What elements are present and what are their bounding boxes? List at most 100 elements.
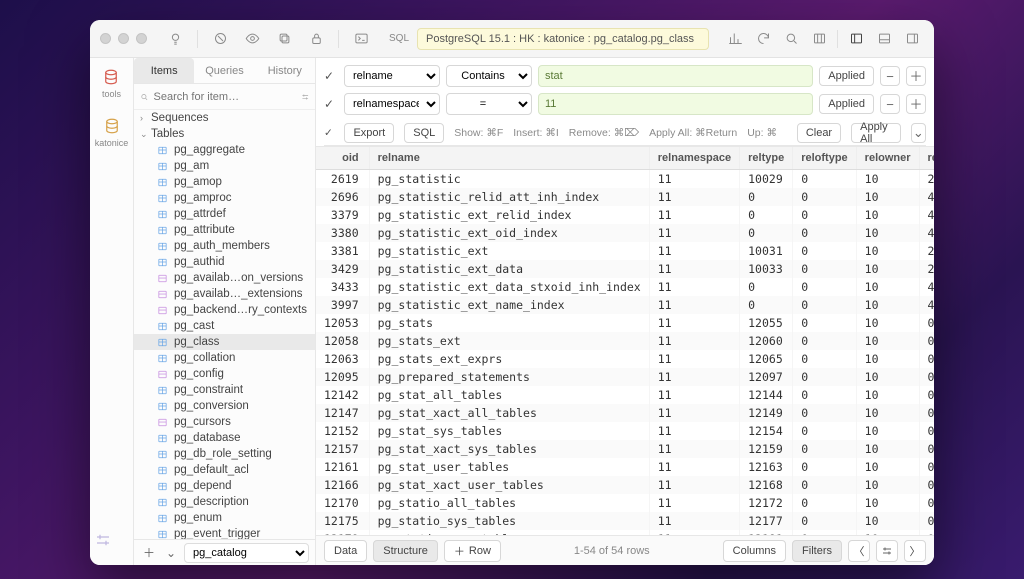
cell[interactable]: 0 bbox=[919, 476, 934, 494]
cell[interactable]: 11 bbox=[649, 350, 739, 368]
cell[interactable]: 0 bbox=[793, 296, 856, 314]
tree-item[interactable]: pg_amproc bbox=[134, 190, 315, 206]
chart-icon[interactable] bbox=[723, 28, 747, 50]
cell[interactable]: 0 bbox=[919, 458, 934, 476]
table-row[interactable]: 12170pg_statio_all_tables1112172010000 bbox=[316, 494, 934, 512]
filters-button[interactable]: Filters bbox=[792, 540, 842, 562]
cell[interactable]: 0 bbox=[919, 332, 934, 350]
cell[interactable]: 2696 bbox=[316, 188, 369, 206]
cell[interactable]: 10 bbox=[856, 368, 919, 386]
cell[interactable]: pg_statio_sys_tables bbox=[369, 512, 649, 530]
table-row[interactable]: 12161pg_stat_user_tables1112163010000 bbox=[316, 458, 934, 476]
cell[interactable]: 11 bbox=[649, 169, 739, 188]
cell[interactable]: 0 bbox=[793, 422, 856, 440]
terminal-icon[interactable] bbox=[349, 28, 373, 50]
cell[interactable]: pg_statistic_ext_relid_index bbox=[369, 206, 649, 224]
remove-filter-button[interactable]: − bbox=[880, 94, 900, 114]
cell[interactable]: 11 bbox=[649, 242, 739, 260]
filter-value-input[interactable] bbox=[538, 93, 813, 115]
tab-data[interactable]: Data bbox=[324, 540, 367, 562]
cell[interactable]: 10 bbox=[856, 278, 919, 296]
cell[interactable]: 12058 bbox=[316, 332, 369, 350]
filter-enabled-check[interactable]: ✓ bbox=[324, 97, 338, 111]
cell[interactable]: 10 bbox=[856, 422, 919, 440]
cell[interactable]: 11 bbox=[649, 314, 739, 332]
cell[interactable]: 12144 bbox=[740, 386, 793, 404]
tree-item[interactable]: pg_attribute bbox=[134, 222, 315, 238]
cell[interactable]: 10 bbox=[856, 296, 919, 314]
next-page-button[interactable]: 〉 bbox=[904, 540, 926, 562]
table-row[interactable]: 3381pg_statistic_ext1110031010233810 bbox=[316, 242, 934, 260]
cell[interactable]: pg_statio_all_tables bbox=[369, 494, 649, 512]
cell[interactable]: 10 bbox=[856, 512, 919, 530]
cell[interactable]: 12163 bbox=[740, 458, 793, 476]
cell[interactable]: 10 bbox=[856, 476, 919, 494]
tree-item[interactable]: pg_description bbox=[134, 494, 315, 510]
cell[interactable]: 11 bbox=[649, 386, 739, 404]
sql-button[interactable]: SQL bbox=[404, 123, 444, 143]
cell[interactable]: 12157 bbox=[316, 440, 369, 458]
sliders-icon[interactable] bbox=[301, 91, 310, 103]
export-button[interactable]: Export bbox=[344, 123, 394, 143]
filter-applied-badge[interactable]: Applied bbox=[819, 66, 874, 86]
cell[interactable]: 12055 bbox=[740, 314, 793, 332]
cell[interactable]: 10031 bbox=[740, 242, 793, 260]
apply-all-button[interactable]: Apply All bbox=[851, 123, 900, 143]
lock-icon[interactable] bbox=[304, 28, 328, 50]
tree-item[interactable]: pg_default_acl bbox=[134, 462, 315, 478]
cell[interactable]: pg_stat_xact_all_tables bbox=[369, 404, 649, 422]
tree-item[interactable]: pg_authid bbox=[134, 254, 315, 270]
cell[interactable]: 0 bbox=[793, 224, 856, 242]
cell[interactable]: 11 bbox=[649, 206, 739, 224]
tree-item[interactable]: pg_conversion bbox=[134, 398, 315, 414]
cell[interactable]: 11 bbox=[649, 458, 739, 476]
tree-item[interactable]: pg_database bbox=[134, 430, 315, 446]
cell[interactable]: 11 bbox=[649, 404, 739, 422]
settings-icon[interactable] bbox=[876, 540, 898, 562]
cell[interactable]: 403 bbox=[919, 206, 934, 224]
minimize-dot[interactable] bbox=[118, 33, 129, 44]
cell[interactable]: pg_prepared_statements bbox=[369, 368, 649, 386]
cell[interactable]: 12175 bbox=[316, 512, 369, 530]
chevron-down-icon[interactable]: ⌄ bbox=[911, 123, 926, 143]
cell[interactable]: 0 bbox=[919, 440, 934, 458]
cell[interactable]: 11 bbox=[649, 278, 739, 296]
table-row[interactable]: 2619pg_statistic1110029010226190 bbox=[316, 169, 934, 188]
cell[interactable]: 12159 bbox=[740, 440, 793, 458]
cell[interactable]: 11 bbox=[649, 188, 739, 206]
filter-op-select[interactable]: = bbox=[446, 93, 532, 115]
table-row[interactable]: 12095pg_prepared_statements1112097010000 bbox=[316, 368, 934, 386]
cell[interactable]: 12147 bbox=[316, 404, 369, 422]
table-row[interactable]: 12058pg_stats_ext1112060010000 bbox=[316, 332, 934, 350]
cell[interactable]: 0 bbox=[740, 296, 793, 314]
cell[interactable]: 10 bbox=[856, 404, 919, 422]
cell[interactable]: 2619 bbox=[316, 169, 369, 188]
tree-item[interactable]: pg_amop bbox=[134, 174, 315, 190]
cell[interactable]: 0 bbox=[740, 224, 793, 242]
cell[interactable]: 403 bbox=[919, 296, 934, 314]
data-grid-scroll[interactable]: oidrelnamerelnamespacereltypereloftypere… bbox=[316, 147, 934, 535]
cell[interactable]: 0 bbox=[919, 422, 934, 440]
cell[interactable]: 0 bbox=[793, 368, 856, 386]
cell[interactable]: 0 bbox=[740, 206, 793, 224]
cell[interactable]: 12170 bbox=[316, 494, 369, 512]
cell[interactable]: 12065 bbox=[740, 350, 793, 368]
add-filter-button[interactable]: ＋ bbox=[906, 94, 926, 114]
cell[interactable]: 0 bbox=[919, 494, 934, 512]
cell[interactable]: 0 bbox=[919, 368, 934, 386]
cell[interactable]: 12142 bbox=[316, 386, 369, 404]
cell[interactable]: 0 bbox=[919, 404, 934, 422]
cell[interactable]: 10 bbox=[856, 169, 919, 188]
cell[interactable]: 12152 bbox=[316, 422, 369, 440]
table-row[interactable]: 3380pg_statistic_ext_oid_index1100104033… bbox=[316, 224, 934, 242]
cell[interactable]: 10 bbox=[856, 242, 919, 260]
filter-enabled-check[interactable]: ✓ bbox=[324, 69, 338, 83]
table-row[interactable]: 12152pg_stat_sys_tables1112154010000 bbox=[316, 422, 934, 440]
table-row[interactable]: 12157pg_stat_xact_sys_tables111215901000… bbox=[316, 440, 934, 458]
tree-item[interactable]: pg_availab…on_versions bbox=[134, 270, 315, 286]
cell[interactable]: 0 bbox=[919, 314, 934, 332]
filter-value-input[interactable] bbox=[538, 65, 813, 87]
cell[interactable]: 0 bbox=[793, 206, 856, 224]
chevron-down-icon[interactable]: ⌄ bbox=[162, 544, 180, 562]
cell[interactable]: 3997 bbox=[316, 296, 369, 314]
